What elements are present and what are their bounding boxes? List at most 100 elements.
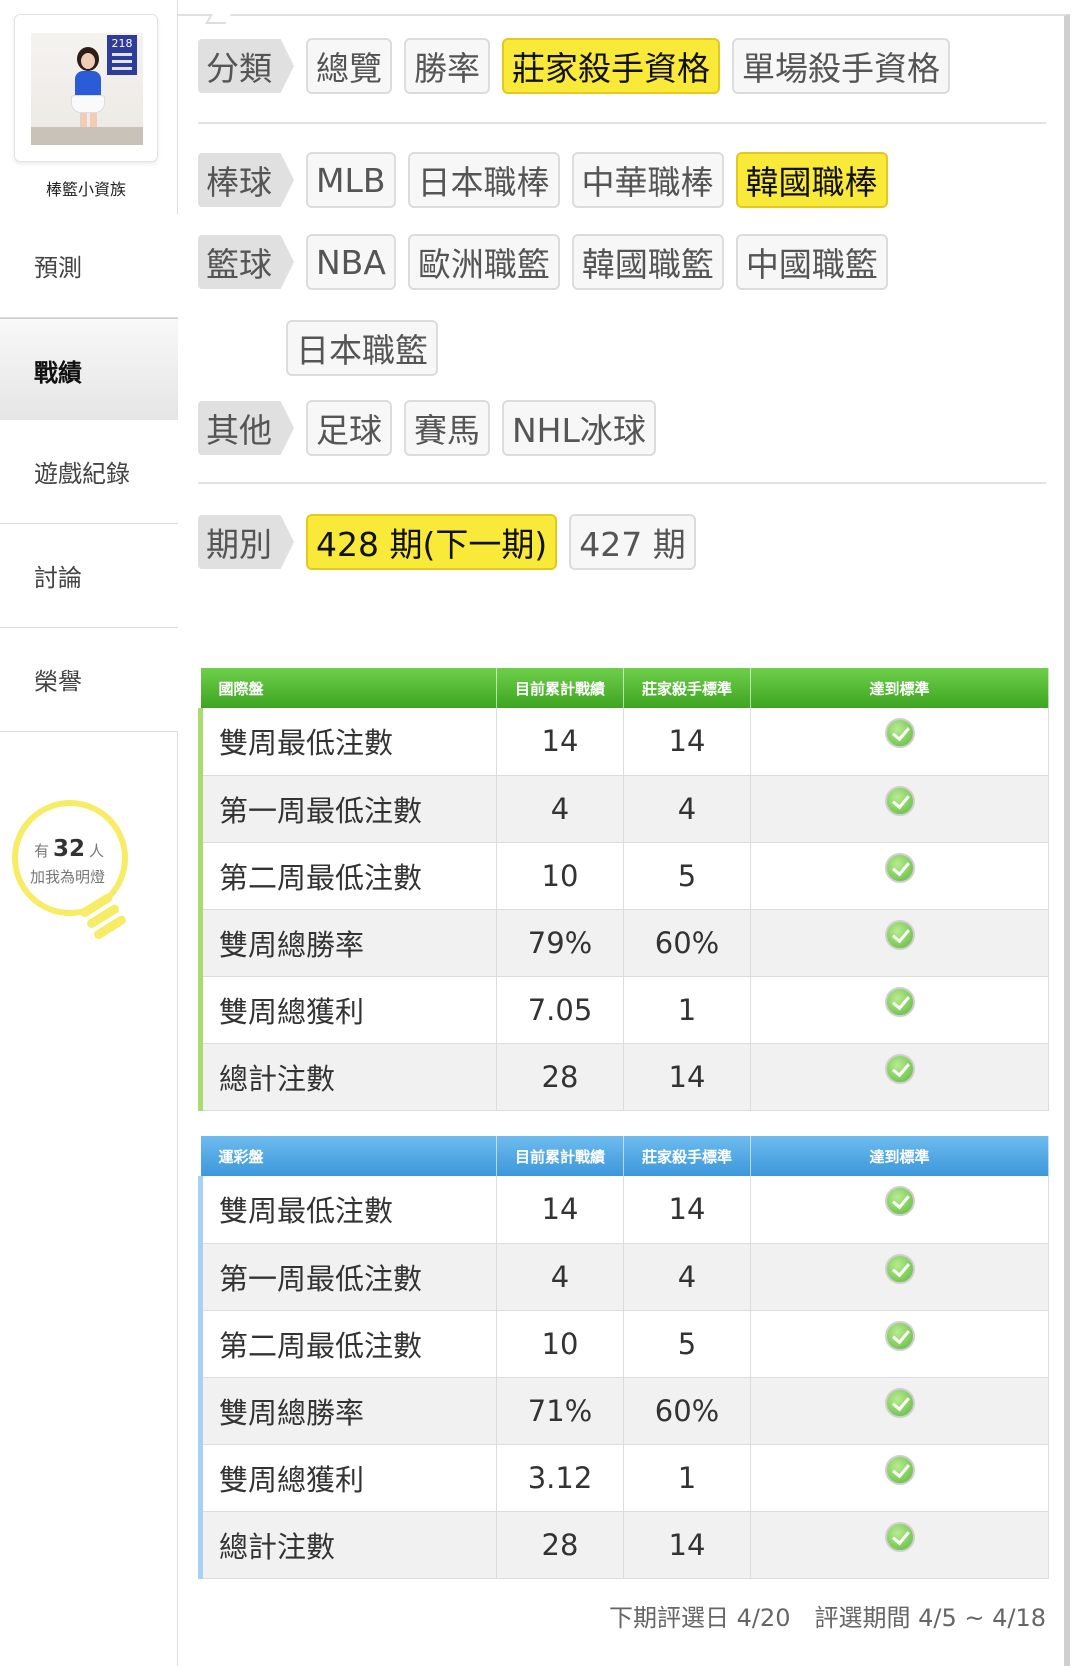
table-row: 總計注數 28 14 — [198, 1043, 1049, 1111]
lamp-count-line: 有 32 人 — [34, 836, 105, 862]
baseball-label: 棒球 — [198, 153, 294, 207]
check-icon — [884, 1186, 915, 1217]
standard-value: 60% — [623, 909, 751, 977]
category-filter-row: 分類 總覽 勝率 莊家殺手資格 單場殺手資格 — [198, 38, 962, 94]
username[interactable]: 棒籃小資族 — [0, 176, 172, 200]
chip-period-428[interactable]: 428 期(下一期) — [306, 514, 558, 570]
chip-win-rate[interactable]: 勝率 — [404, 38, 490, 94]
chip-bleague[interactable]: 日本職籃 — [286, 320, 438, 376]
current-value: 28 — [496, 1043, 624, 1111]
chip-cpbl[interactable]: 中華職棒 — [571, 152, 724, 208]
table-row: 雙周最低注數 14 14 — [198, 708, 1049, 776]
table-row: 雙周總勝率 71% 60% — [198, 1377, 1049, 1445]
basketball-filter-row-2: 日本職籃 — [286, 320, 450, 376]
check-icon — [884, 986, 915, 1017]
nav-item-honor[interactable]: 榮譽 — [0, 628, 178, 732]
row-label: 雙周總獲利 — [198, 1444, 497, 1512]
chip-period-427[interactable]: 427 期 — [569, 514, 696, 570]
standard-value: 14 — [623, 1043, 751, 1111]
lamp-text: 加我為明燈 — [30, 868, 106, 886]
column-header: 目前累計戰績 — [496, 668, 624, 708]
baseball-filter-row: 棒球 MLB 日本職棒 中華職棒 韓國職棒 — [198, 152, 900, 208]
table-row: 雙周總獲利 7.05 1 — [198, 976, 1049, 1044]
basketball-filter-row: 籃球 NBA 歐洲職籃 韓國職籃 中國職籃 — [198, 234, 900, 290]
status-cell — [750, 1444, 1049, 1512]
check-icon — [884, 1521, 915, 1552]
chip-euroleague[interactable]: 歐洲職籃 — [407, 234, 560, 290]
status-cell — [750, 775, 1049, 843]
row-label: 雙周最低注數 — [198, 708, 497, 776]
chip-kbo[interactable]: 韓國職棒 — [735, 152, 888, 208]
current-value: 14 — [496, 1176, 624, 1244]
column-header: 達到標準 — [750, 1136, 1049, 1176]
check-icon — [884, 1454, 915, 1485]
category-label: 分類 — [198, 39, 294, 93]
status-cell — [750, 1043, 1049, 1111]
chip-npb[interactable]: 日本職棒 — [407, 152, 560, 208]
chip-kbl[interactable]: 韓國職籃 — [571, 234, 724, 290]
chip-nhl[interactable]: NHL冰球 — [502, 400, 656, 456]
row-label: 第二周最低注數 — [198, 842, 497, 910]
check-icon — [884, 1387, 915, 1418]
standard-value: 1 — [623, 976, 751, 1044]
chip-overview[interactable]: 總覽 — [306, 38, 392, 94]
selection-period: 評選期間 4/5 ~ 4/18 — [814, 1604, 1046, 1632]
status-cell — [750, 1243, 1049, 1311]
column-header: 莊家殺手標準 — [623, 668, 751, 708]
table-row: 第二周最低注數 10 5 — [198, 842, 1049, 910]
chip-nba[interactable]: NBA — [306, 234, 396, 290]
selection-info: 下期評選日 4/20 評選期間 4/5 ~ 4/18 — [198, 1598, 1046, 1633]
nav-item-discussion[interactable]: 討論 — [0, 524, 178, 628]
period-label: 期別 — [198, 515, 294, 569]
standard-value: 4 — [623, 775, 751, 843]
chip-soccer[interactable]: 足球 — [306, 400, 392, 456]
standard-value: 14 — [623, 1511, 751, 1579]
chip-mlb[interactable]: MLB — [306, 152, 396, 208]
other-filter-row: 其他 足球 賽馬 NHL冰球 — [198, 400, 668, 456]
chip-single-game-killer[interactable]: 單場殺手資格 — [732, 38, 950, 94]
table-row: 第一周最低注數 4 4 — [198, 775, 1049, 843]
row-label: 總計注數 — [198, 1511, 497, 1579]
status-cell — [750, 976, 1049, 1044]
check-icon — [884, 919, 915, 950]
avatar[interactable]: 218 — [14, 14, 158, 162]
table-row: 總計注數 28 14 — [198, 1511, 1049, 1579]
nav-item-predict[interactable]: 預測 — [0, 214, 178, 318]
status-cell — [750, 1511, 1049, 1579]
international-table: 國際盤 目前累計戰績 莊家殺手標準 達到標準 雙周最低注數 14 14 第一周最… — [198, 668, 1049, 1111]
nav-item-game-log[interactable]: 遊戲紀錄 — [0, 420, 178, 524]
standard-value: 5 — [623, 1310, 751, 1378]
column-header: 莊家殺手標準 — [623, 1136, 751, 1176]
table-row: 雙周最低注數 14 14 — [198, 1176, 1049, 1244]
status-cell — [750, 708, 1049, 776]
status-cell — [750, 1176, 1049, 1244]
check-icon — [884, 1320, 915, 1351]
current-value: 28 — [496, 1511, 624, 1579]
status-cell — [750, 1377, 1049, 1445]
avatar-image: 218 — [31, 33, 143, 145]
column-header: 目前累計戰績 — [496, 1136, 624, 1176]
current-value: 10 — [496, 842, 624, 910]
row-label: 雙周總勝率 — [198, 909, 497, 977]
table-row: 第二周最低注數 10 5 — [198, 1310, 1049, 1378]
standard-value: 5 — [623, 842, 751, 910]
standard-value: 60% — [623, 1377, 751, 1445]
chip-bookie-killer[interactable]: 莊家殺手資格 — [502, 38, 720, 94]
period-filter-row: 期別 428 期(下一期) 427 期 — [198, 514, 708, 570]
chip-horse-racing[interactable]: 賽馬 — [404, 400, 490, 456]
chip-cba[interactable]: 中國職籃 — [735, 234, 888, 290]
row-label: 雙周總勝率 — [198, 1377, 497, 1445]
nav-item-record[interactable]: 戰績 — [0, 318, 178, 422]
column-header: 達到標準 — [750, 668, 1049, 708]
status-cell — [750, 1310, 1049, 1378]
standard-value: 14 — [623, 708, 751, 776]
row-label: 第一周最低注數 — [198, 1243, 497, 1311]
next-selection-date: 下期評選日 4/20 — [608, 1604, 791, 1632]
standard-value: 1 — [623, 1444, 751, 1512]
current-value: 7.05 — [496, 976, 624, 1044]
current-value: 14 — [496, 708, 624, 776]
current-value: 10 — [496, 1310, 624, 1378]
table-title: 運彩盤 — [200, 1136, 497, 1176]
check-icon — [884, 852, 915, 883]
check-icon — [884, 1253, 915, 1284]
